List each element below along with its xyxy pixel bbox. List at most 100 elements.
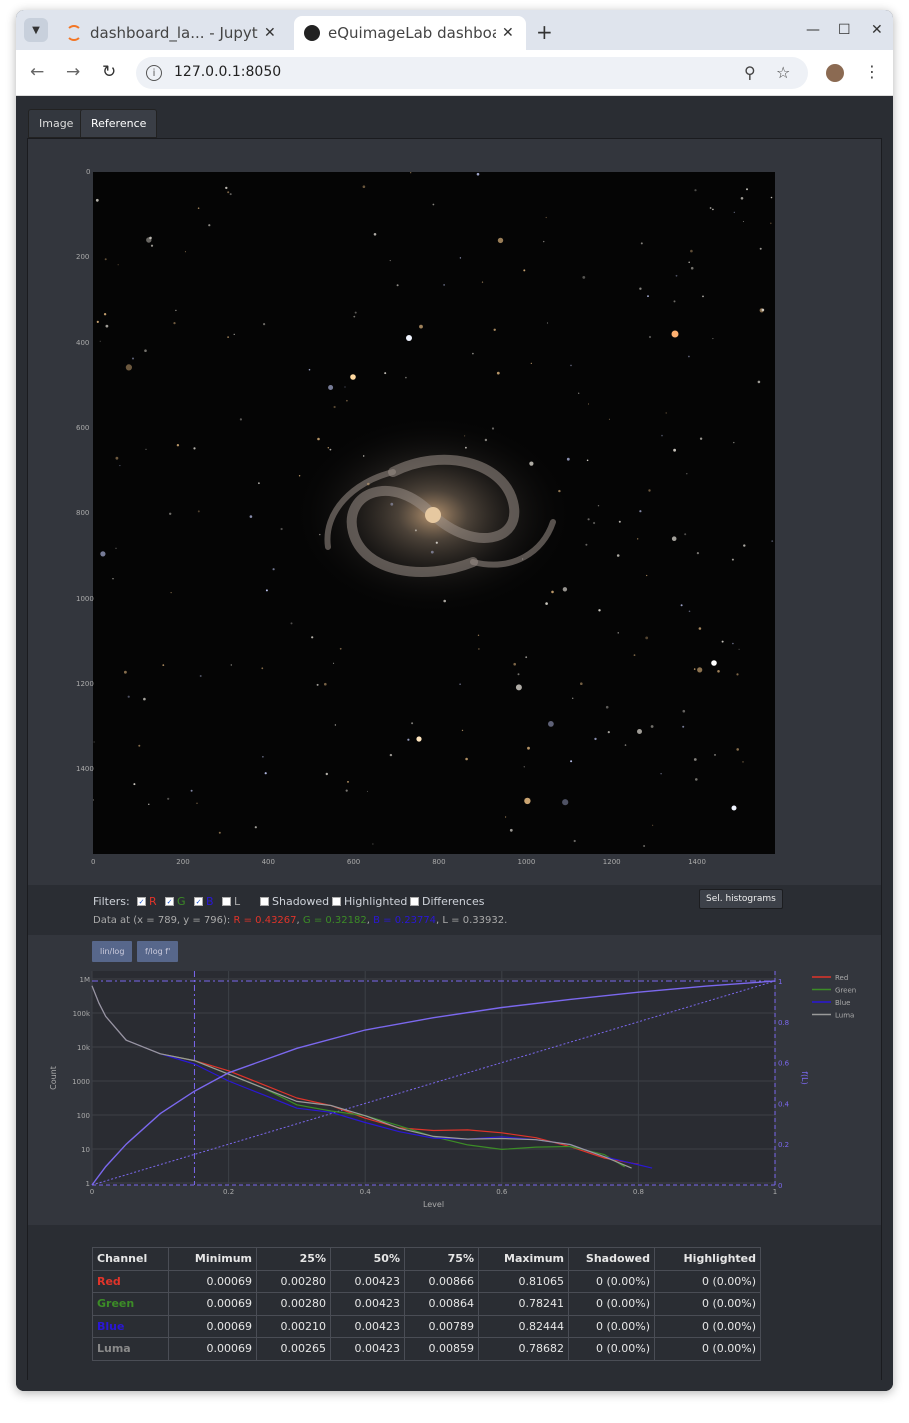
- browser-tab-jupyter[interactable]: dashboard_la... - Jupyter ✕: [56, 16, 286, 50]
- checkbox-shadowed[interactable]: [260, 897, 269, 906]
- value-cell: 0.00864: [404, 1292, 479, 1316]
- star: [148, 803, 150, 805]
- filter-r-label: R: [149, 895, 157, 908]
- tab-image[interactable]: Image: [28, 109, 85, 138]
- statistics-panel: Channel Minimum 25% 50% 75% Maximum Shadowed Hi…: [28, 1225, 881, 1381]
- close-window-icon[interactable]: ✕: [871, 22, 883, 38]
- star: [640, 242, 643, 245]
- star: [96, 320, 99, 323]
- star: [333, 662, 335, 664]
- star: [545, 216, 547, 219]
- browser-tab-dashboard[interactable]: eQuimageLab dashboard ✕: [294, 16, 526, 50]
- star: [190, 789, 193, 792]
- star: [396, 284, 399, 287]
- star: [497, 237, 504, 244]
- image-y-tick: 1400: [76, 765, 94, 774]
- star: [344, 386, 346, 388]
- tab-reference[interactable]: Reference: [80, 109, 158, 138]
- star: [493, 328, 496, 331]
- star: [660, 773, 662, 775]
- maximize-icon[interactable]: ☐: [838, 22, 851, 38]
- star: [588, 403, 589, 405]
- checkbox-highlighted[interactable]: [332, 897, 341, 906]
- image-y-tick: 1200: [76, 679, 94, 688]
- zoom-icon[interactable]: ⚲: [744, 63, 756, 82]
- x-axis-label: Level: [423, 1200, 444, 1209]
- star: [443, 599, 447, 603]
- star: [264, 772, 267, 775]
- sel-histograms-button[interactable]: Sel. histograms: [699, 889, 783, 909]
- star: [389, 260, 391, 262]
- star: [757, 380, 761, 384]
- star: [173, 322, 176, 325]
- column-header: Shadowed: [568, 1247, 655, 1271]
- star: [249, 515, 253, 518]
- browser-toolbar: ← → ↻ i 127.0.0.1:8050 ⚲ ☆ ⋮: [16, 50, 893, 96]
- value-cell: 0.00280: [256, 1269, 331, 1293]
- back-icon[interactable]: ←: [30, 62, 44, 82]
- y-tick-label: 10k: [77, 1044, 91, 1052]
- filter-g[interactable]: ✓ G: [165, 895, 186, 908]
- new-tab-icon[interactable]: +: [536, 20, 553, 44]
- histogram-chart[interactable]: 0 0.2 0.4 0.6 0.8 1 1 10 100 1000 10k 100k 1M 0 0.2 0.4…: [28, 935, 881, 1225]
- star: [169, 512, 172, 515]
- minimize-icon[interactable]: —: [806, 22, 820, 38]
- star: [105, 324, 109, 328]
- site-info-icon[interactable]: i: [146, 65, 162, 81]
- address-bar[interactable]: i 127.0.0.1:8050 ⚲ ☆: [136, 57, 808, 89]
- star: [317, 437, 320, 441]
- x-tick-label: 0.2: [223, 1188, 234, 1196]
- star: [717, 670, 720, 673]
- star: [99, 340, 101, 342]
- bright-star: [406, 335, 412, 341]
- star: [759, 247, 762, 250]
- checkbox-g[interactable]: ✓: [165, 897, 174, 906]
- star: [598, 609, 601, 612]
- checkbox-b[interactable]: ✓: [194, 897, 203, 906]
- star: [208, 224, 211, 227]
- star: [117, 264, 119, 266]
- star: [671, 536, 677, 541]
- filter-highlighted[interactable]: Highlighted: [332, 895, 407, 908]
- channel-cell: Green: [92, 1292, 169, 1316]
- astro-image[interactable]: [93, 172, 775, 854]
- star: [525, 656, 528, 659]
- avatar[interactable]: [826, 64, 844, 82]
- filter-b[interactable]: ✓ B: [194, 895, 214, 908]
- star: [125, 364, 132, 371]
- filter-shadowed[interactable]: Shadowed: [260, 895, 329, 908]
- checkbox-differences[interactable]: [410, 897, 419, 906]
- filter-differences[interactable]: Differences: [410, 895, 484, 908]
- tab-panel: 0 200 400 600 800 1000 1200 1400 0 200 400 600 800 1…: [27, 138, 882, 1381]
- star: [594, 737, 597, 741]
- star: [373, 233, 377, 236]
- filter-r[interactable]: ✓ R: [137, 895, 157, 908]
- star: [461, 729, 464, 732]
- chevron-down-icon: ▼: [32, 24, 40, 36]
- reload-icon[interactable]: ↻: [102, 62, 116, 82]
- checkbox-l[interactable]: [222, 897, 231, 906]
- star: [698, 627, 702, 630]
- tab-search-button[interactable]: ▼: [24, 18, 48, 42]
- star: [605, 705, 609, 709]
- legend-label-blue: Blue: [835, 999, 851, 1007]
- star: [645, 636, 649, 640]
- close-icon[interactable]: ✕: [502, 25, 514, 41]
- bookmark-star-icon[interactable]: ☆: [776, 63, 790, 82]
- star: [616, 554, 620, 557]
- filter-l[interactable]: L: [222, 895, 240, 908]
- star: [746, 188, 748, 191]
- bright-star: [711, 660, 717, 666]
- star: [324, 682, 327, 686]
- checkbox-r[interactable]: ✓: [137, 897, 146, 906]
- star: [132, 357, 134, 360]
- value-cell: 0.00265: [256, 1337, 331, 1361]
- y-tick-label: 1: [86, 1180, 90, 1188]
- star: [258, 482, 260, 485]
- star: [390, 502, 394, 506]
- data-at-l: L = 0.33932.: [442, 915, 508, 926]
- menu-icon[interactable]: ⋮: [864, 62, 880, 81]
- close-icon[interactable]: ✕: [264, 25, 276, 41]
- star: [197, 510, 200, 513]
- forward-icon[interactable]: →: [66, 62, 80, 82]
